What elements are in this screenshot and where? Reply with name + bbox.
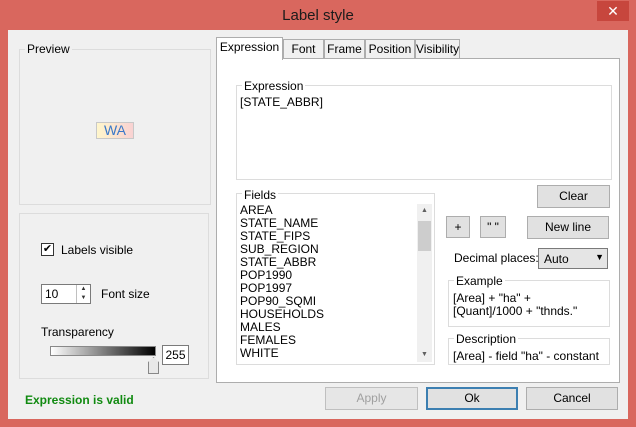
window-title: Label style bbox=[282, 7, 354, 24]
expression-text: [STATE_ABBR] bbox=[240, 95, 323, 109]
clear-button[interactable]: Clear bbox=[537, 185, 610, 208]
chevron-down-icon: ▼ bbox=[595, 252, 604, 262]
tab-position[interactable]: Position bbox=[365, 39, 415, 59]
scroll-down-icon[interactable]: ▼ bbox=[417, 348, 432, 362]
description-text: [Area] - field "ha" - constant bbox=[453, 349, 599, 363]
labels-visible-checkbox[interactable]: ✔ bbox=[41, 243, 54, 256]
ok-button[interactable]: Ok bbox=[426, 387, 518, 410]
example-line-1: [Area] + "ha" + bbox=[453, 291, 531, 305]
tab-visibility[interactable]: Visibility bbox=[415, 39, 460, 59]
list-item[interactable]: WHITE bbox=[240, 347, 418, 360]
checkmark-icon: ✔ bbox=[42, 243, 53, 255]
expression-legend: Expression bbox=[242, 79, 306, 93]
preview-sample-label: WA bbox=[96, 122, 134, 139]
preview-legend: Preview bbox=[25, 42, 72, 56]
scroll-up-icon[interactable]: ▲ bbox=[417, 204, 432, 218]
font-size-stepper[interactable]: 10 ▲ ▼ bbox=[41, 284, 91, 304]
description-legend: Description bbox=[454, 332, 519, 346]
transparency-label: Transparency bbox=[41, 325, 114, 339]
cancel-button[interactable]: Cancel bbox=[526, 387, 618, 410]
tab-frame[interactable]: Frame bbox=[324, 39, 365, 59]
plus-button[interactable]: + bbox=[446, 216, 470, 238]
stepper-up-icon[interactable]: ▲ bbox=[77, 285, 90, 294]
font-size-label: Font size bbox=[101, 287, 150, 301]
tab-expression[interactable]: Expression bbox=[216, 37, 283, 60]
tab-font[interactable]: Font bbox=[283, 39, 324, 59]
close-button[interactable]: ✕ bbox=[597, 1, 629, 21]
example-legend: Example bbox=[454, 274, 505, 288]
decimal-places-select[interactable]: Auto ▼ bbox=[538, 248, 608, 269]
font-size-value: 10 bbox=[45, 287, 59, 301]
transparency-value: 255 bbox=[162, 345, 189, 365]
close-icon: ✕ bbox=[607, 3, 619, 19]
title-bar[interactable]: Label style ✕ bbox=[0, 0, 636, 30]
apply-button[interactable]: Apply bbox=[325, 387, 418, 410]
stepper-down-icon[interactable]: ▼ bbox=[77, 294, 90, 303]
transparency-gradient bbox=[50, 346, 156, 356]
example-line-2: [Quant]/1000 + "thnds." bbox=[453, 304, 578, 318]
fields-scrollbar[interactable]: ▲ ▼ bbox=[417, 204, 432, 362]
stepper-buttons: ▲ ▼ bbox=[76, 285, 90, 303]
fields-list[interactable]: AREA STATE_NAME STATE_FIPS SUB_REGION ST… bbox=[240, 204, 418, 360]
decimal-places-value: Auto bbox=[544, 252, 569, 266]
fields-legend: Fields bbox=[242, 188, 279, 202]
status-text: Expression is valid bbox=[25, 393, 134, 407]
scrollbar-thumb[interactable] bbox=[418, 221, 431, 251]
decimal-places-label: Decimal places: bbox=[454, 251, 539, 265]
labels-visible-label: Labels visible bbox=[61, 243, 134, 257]
new-line-button[interactable]: New line bbox=[527, 216, 609, 239]
quotes-button[interactable]: " " bbox=[480, 216, 506, 238]
